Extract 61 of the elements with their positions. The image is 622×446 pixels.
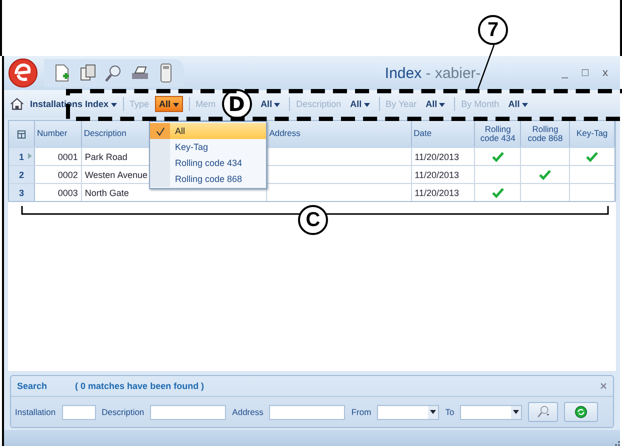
field-label: From	[351, 407, 372, 417]
table-cell: 0002	[35, 166, 82, 183]
home-icon	[10, 97, 24, 111]
filter-dropdown[interactable]: All	[422, 97, 448, 111]
app-logo-icon[interactable]	[8, 58, 38, 88]
column-header[interactable]: Date	[412, 121, 476, 147]
column-header[interactable]: Number	[35, 121, 82, 147]
menu-item[interactable]: All	[150, 123, 266, 139]
column-header[interactable]: Key-Tag	[570, 121, 615, 147]
window-title: Index	[384, 64, 422, 82]
refresh-button[interactable]	[564, 402, 598, 422]
window-control[interactable]: □	[582, 67, 588, 79]
search-button[interactable]	[528, 402, 558, 422]
resize-grip-icon[interactable]	[612, 438, 620, 446]
field-label: To	[445, 407, 454, 417]
caret-icon	[172, 102, 179, 107]
field-label: Description	[102, 407, 144, 417]
search-title: Search	[17, 381, 48, 391]
copy-icon[interactable]	[78, 63, 98, 83]
filter-label: By Year	[386, 99, 417, 109]
caret-icon	[110, 102, 117, 107]
filter-dropdown[interactable]: All	[155, 96, 183, 112]
current-row-icon	[28, 153, 32, 159]
table-cell: 11/20/2013	[412, 148, 476, 165]
column-header[interactable]: Rolling code 868	[521, 121, 570, 147]
grid-menu-icon[interactable]	[17, 130, 26, 138]
check-icon	[156, 126, 164, 136]
row-header[interactable]: 3	[9, 184, 35, 201]
column-header[interactable]: Rolling code 434	[475, 121, 522, 147]
window-control[interactable]: _	[562, 67, 568, 79]
index-dropdown[interactable]: Installations Index	[30, 99, 117, 109]
row-header[interactable]: 2	[9, 166, 35, 183]
search-status: ( 0 matches have been found )	[75, 381, 204, 391]
caret-icon	[364, 102, 370, 107]
callout-marker: 7	[478, 15, 508, 45]
caret-icon	[274, 102, 280, 107]
window-control[interactable]: x	[602, 67, 608, 79]
caret-icon	[439, 102, 446, 107]
input-field[interactable]	[150, 404, 226, 420]
caret-icon	[430, 410, 436, 414]
filter-dropdown[interactable]: All	[347, 97, 373, 111]
search-icon	[536, 405, 550, 419]
field-label: Installation	[15, 407, 56, 417]
refresh-icon	[574, 405, 588, 419]
table-cell: 11/20/2013	[412, 184, 476, 201]
caret-icon	[513, 410, 520, 414]
input-field[interactable]	[269, 404, 346, 420]
caret-icon	[522, 102, 528, 107]
filter-label: Type	[130, 99, 150, 109]
filter-label: Mem	[196, 99, 216, 109]
field-label: Address	[232, 407, 264, 417]
input-field[interactable]	[62, 404, 96, 420]
filter-dropdown[interactable]: All	[505, 97, 531, 111]
filter-dropdown[interactable]: All	[258, 97, 284, 111]
filter-label: Description	[296, 99, 342, 109]
table-cell: 11/20/2013	[412, 166, 476, 183]
filter-label: By Month	[461, 99, 500, 109]
row-header[interactable]: 1	[9, 148, 35, 165]
window-subtitle: - xabier-	[426, 64, 481, 82]
table-cell: 0003	[35, 184, 82, 201]
table-cell: 0001	[35, 148, 82, 165]
